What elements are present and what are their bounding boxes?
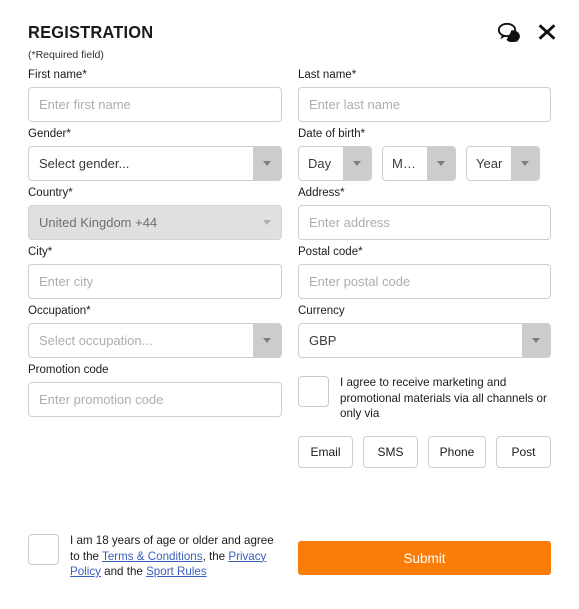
field-postal-code: Postal code* (298, 245, 551, 299)
occupation-select[interactable]: Select occupation... (28, 323, 282, 358)
terms-consent-checkbox[interactable] (28, 534, 59, 565)
close-icon[interactable] (537, 22, 557, 42)
dob-year-select[interactable]: Year (466, 146, 540, 181)
marketing-consent-block: I agree to receive marketing and promoti… (298, 375, 551, 468)
postal-code-input[interactable] (298, 264, 551, 299)
form-row-terms-submit: I am 18 years of age or older and agree … (0, 481, 579, 578)
dob-month-value: Month (392, 156, 427, 171)
promotion-code-label: Promotion code (28, 364, 109, 376)
channel-button-sms[interactable]: SMS (363, 435, 418, 468)
currency-select[interactable]: GBP (298, 323, 551, 358)
marketing-consent-row: I agree to receive marketing and promoti… (298, 375, 551, 422)
occupation-label: Occupation* (28, 305, 91, 317)
field-date-of-birth: Date of birth* Day Month Year (298, 127, 551, 181)
required-field-note: (*Required field) (28, 49, 104, 61)
postal-code-label: Postal code* (298, 246, 363, 258)
chevron-down-icon (343, 147, 371, 180)
dob-year-value: Year (476, 156, 503, 171)
field-occupation: Occupation* Select occupation... (28, 304, 282, 358)
country-select-value: United Kingdom +44 (39, 215, 158, 230)
form-row-city-postal: City* Postal code* (0, 245, 579, 304)
field-gender: Gender* Select gender... (28, 127, 282, 181)
form-row-occupation-currency: Occupation* Select occupation... Currenc… (0, 304, 579, 363)
gender-label: Gender* (28, 128, 71, 140)
terms-text-mid1: , the (202, 549, 229, 563)
form-row-promo-marketing: Promotion code I agree to receive market… (0, 363, 579, 481)
field-last-name: Last name* (298, 68, 551, 122)
gender-select[interactable]: Select gender... (28, 146, 282, 181)
marketing-consent-checkbox[interactable] (298, 376, 329, 407)
city-label: City* (28, 246, 53, 258)
gender-select-value: Select gender... (39, 156, 130, 171)
chat-bubbles-icon[interactable] (497, 22, 521, 42)
sport-rules-link[interactable]: Sport Rules (146, 565, 207, 578)
dob-day-value: Day (308, 156, 332, 171)
field-currency: Currency GBP (298, 304, 551, 358)
form-row-gender-dob: Gender* Select gender... Date of birth* … (0, 127, 579, 186)
last-name-input[interactable] (298, 87, 551, 122)
registration-modal: REGISTRATION (*Required field) First nam… (0, 0, 579, 609)
first-name-label: First name* (28, 69, 87, 81)
field-country: Country* United Kingdom +44 (28, 186, 282, 240)
field-first-name: First name* (28, 68, 282, 122)
submit-block: Submit (298, 541, 551, 575)
chevron-down-icon (253, 206, 281, 239)
currency-label: Currency (298, 305, 345, 317)
field-city: City* (28, 245, 282, 299)
occupation-select-value: Select occupation... (39, 333, 153, 348)
date-of-birth-label: Date of birth* (298, 128, 366, 140)
terms-consent-text: I am 18 years of age or older and agree … (70, 533, 282, 580)
field-address: Address* (298, 186, 551, 240)
country-select: United Kingdom +44 (28, 205, 282, 240)
form-row-country-address: Country* United Kingdom +44 Address* (0, 186, 579, 245)
channel-button-post[interactable]: Post (496, 435, 551, 468)
dob-day-select[interactable]: Day (298, 146, 372, 181)
terms-block: I am 18 years of age or older and agree … (28, 533, 282, 580)
first-name-input[interactable] (28, 87, 282, 122)
form-row-names: First name* Last name* (0, 68, 579, 127)
field-promotion-code: Promotion code (28, 363, 282, 417)
chevron-down-icon (511, 147, 539, 180)
chevron-down-icon (522, 324, 550, 357)
page-title: REGISTRATION (28, 22, 154, 42)
currency-select-value: GBP (309, 333, 337, 348)
city-input[interactable] (28, 264, 282, 299)
dob-month-select[interactable]: Month (382, 146, 456, 181)
chevron-down-icon (427, 147, 455, 180)
chevron-down-icon (253, 324, 281, 357)
marketing-channel-buttons: Email SMS Phone Post (298, 435, 551, 468)
terms-text-mid2: and the (100, 565, 147, 578)
terms-and-conditions-link[interactable]: Terms & Conditions (102, 550, 203, 563)
header-actions (497, 22, 557, 42)
channel-button-phone[interactable]: Phone (428, 435, 486, 468)
promotion-code-input[interactable] (28, 382, 282, 417)
address-input[interactable] (298, 205, 551, 240)
registration-form: First name* Last name* Gender* Select ge… (0, 68, 579, 578)
chevron-down-icon (253, 147, 281, 180)
marketing-consent-text: I agree to receive marketing and promoti… (340, 376, 547, 420)
country-label: Country* (28, 187, 73, 199)
channel-button-email[interactable]: Email (298, 435, 353, 468)
last-name-label: Last name* (298, 69, 357, 81)
terms-consent-row: I am 18 years of age or older and agree … (28, 533, 282, 580)
date-of-birth-group: Day Month Year (298, 146, 551, 181)
address-label: Address* (298, 187, 345, 199)
submit-button[interactable]: Submit (298, 541, 551, 575)
modal-header: REGISTRATION (*Required field) (0, 0, 579, 68)
